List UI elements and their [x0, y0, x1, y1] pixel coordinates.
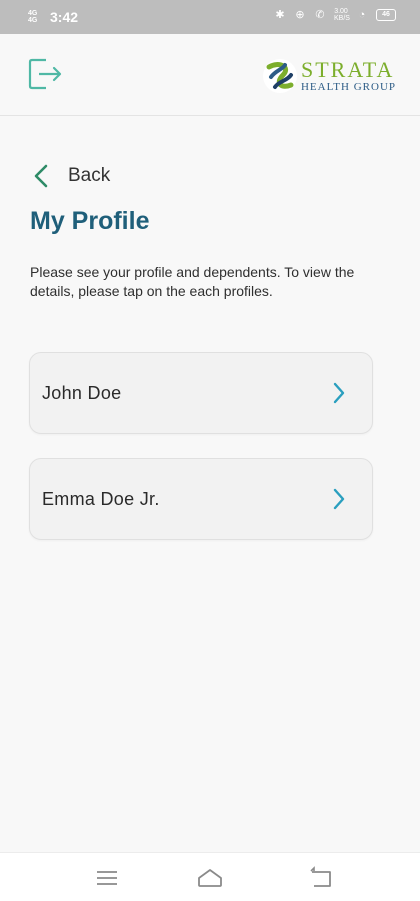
brand-name: STRATA: [300, 57, 395, 82]
brand-logo: STRATA HEALTH GROUP: [261, 56, 396, 96]
status-left: 4G 4G 3:42: [28, 9, 78, 25]
profile-name: Emma Doe Jr.: [42, 488, 160, 509]
bluetooth-icon: ✱: [275, 9, 285, 21]
home-button[interactable]: [197, 865, 223, 891]
status-right: ✱ ⊕ ✆ 3.00 KB/S ◔ 46: [274, 8, 396, 22]
system-nav-bar: [0, 852, 420, 901]
brand-text: STRATA HEALTH GROUP: [301, 59, 396, 93]
profile-card-emma-doe-jr[interactable]: Emma Doe Jr.: [29, 458, 373, 540]
network-speed: 3.00 KB/S: [334, 8, 350, 22]
logout-icon: [28, 58, 62, 90]
back-icon: [310, 866, 331, 887]
battery-icon: 46: [376, 9, 396, 21]
brand-subtitle: HEALTH GROUP: [300, 81, 396, 93]
data-saver-icon: ⊕: [295, 9, 305, 21]
app-header: STRATA HEALTH GROUP: [0, 34, 420, 116]
wifi-icon: ◔: [358, 9, 366, 21]
logout-button[interactable]: [24, 52, 68, 96]
back-button[interactable]: Back: [32, 160, 110, 192]
status-bar: 4G 4G 3:42 ✱ ⊕ ✆ 3.00 KB/S ◔ 46: [0, 0, 420, 34]
call-icon: ✆: [315, 9, 325, 21]
chevron-left-icon: [34, 164, 48, 188]
chevron-right-icon: [333, 488, 345, 510]
profile-card-john-doe[interactable]: John Doe: [29, 352, 373, 434]
back-label: Back: [68, 165, 111, 186]
system-back-button[interactable]: [308, 865, 334, 891]
recent-apps-button[interactable]: [94, 865, 120, 891]
page-title: My Profile: [30, 207, 150, 235]
menu-icon: [97, 871, 117, 885]
profile-name: John Doe: [42, 382, 122, 403]
home-icon: [198, 869, 222, 887]
strata-logo-mark-icon: [262, 59, 297, 93]
network-indicator: 4G 4G: [28, 10, 38, 24]
intro-text: Please see your profile and dependents. …: [30, 264, 355, 299]
status-time: 3:42: [50, 9, 79, 25]
chevron-right-icon: [333, 382, 345, 404]
